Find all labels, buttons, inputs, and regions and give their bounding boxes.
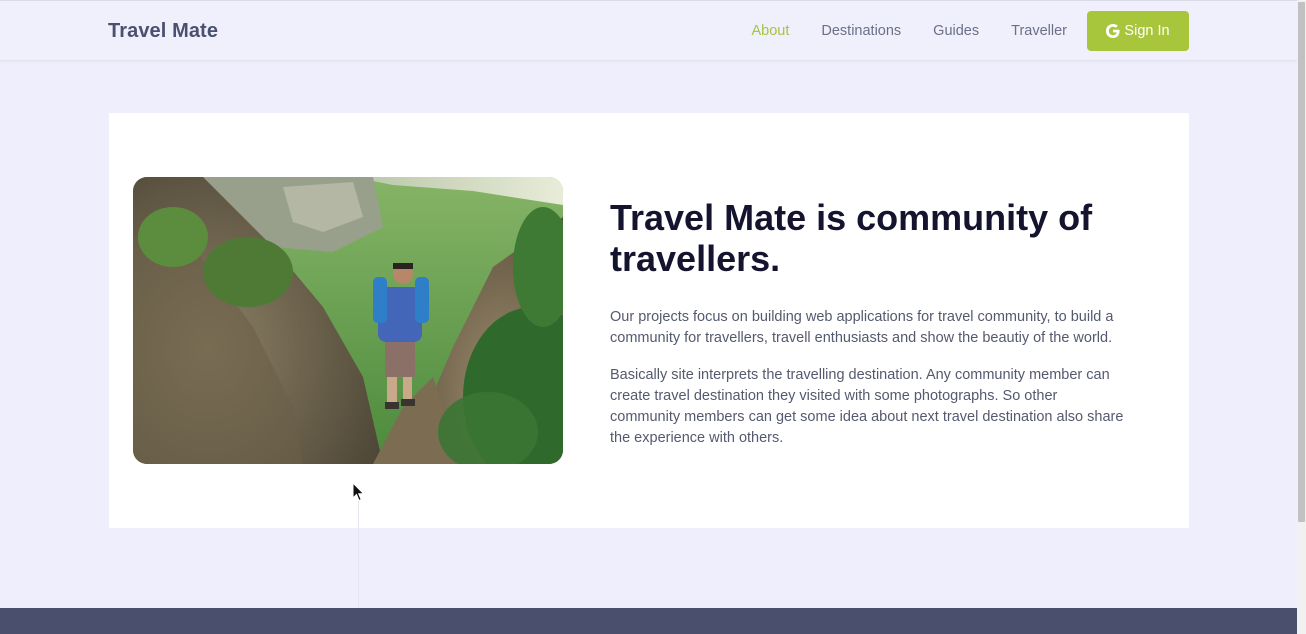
about-paragraph-2: Basically site interprets the travelling… xyxy=(610,367,1124,446)
navbar: Travel Mate About Destinations Guides Tr… xyxy=(0,1,1297,61)
sign-in-button[interactable]: Sign In xyxy=(1087,11,1189,51)
about-content: Travel Mate is community of travellers. … xyxy=(610,197,1130,449)
vertical-scrollbar[interactable] xyxy=(1297,0,1306,634)
scrollbar-thumb[interactable] xyxy=(1298,2,1305,522)
sign-in-label: Sign In xyxy=(1124,23,1170,39)
hiker-photo xyxy=(133,177,563,464)
nav-link-guides[interactable]: Guides xyxy=(933,23,979,39)
about-headline: Travel Mate is community of travellers. xyxy=(610,197,1093,279)
nav-link-traveller[interactable]: Traveller xyxy=(1011,23,1067,39)
google-icon xyxy=(1106,24,1120,38)
footer xyxy=(0,608,1297,634)
about-paragraph-1: Our projects focus on building web appli… xyxy=(610,309,1114,346)
mouse-cursor-icon xyxy=(352,481,365,502)
nav-link-about[interactable]: About xyxy=(751,23,789,39)
brand-logo[interactable]: Travel Mate xyxy=(108,20,218,43)
about-card: Travel Mate is community of travellers. … xyxy=(109,113,1189,528)
nav-link-destinations[interactable]: Destinations xyxy=(821,23,901,39)
page: Travel Mate About Destinations Guides Tr… xyxy=(0,0,1297,634)
nav-links: About Destinations Guides Traveller xyxy=(719,1,1067,61)
